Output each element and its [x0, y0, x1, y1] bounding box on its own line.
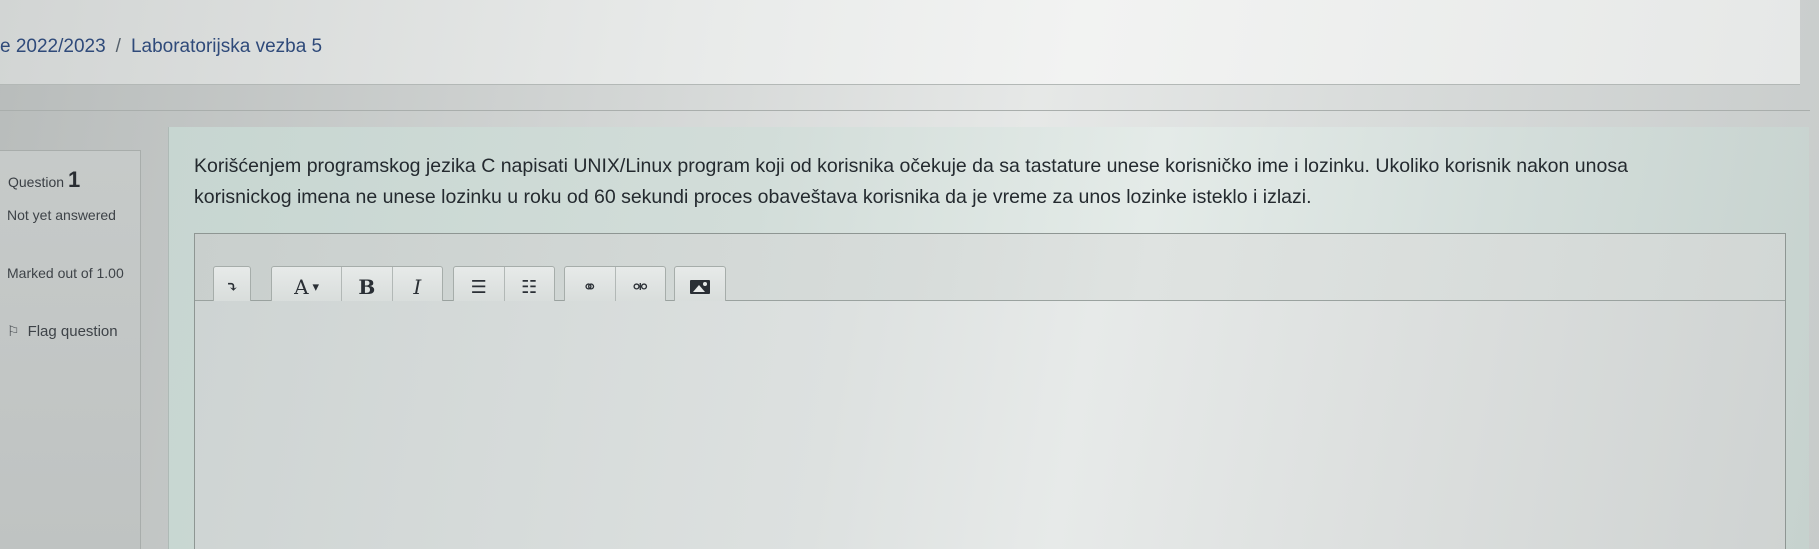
- answer-editor: ⤵ A ▾ B I ☰ ☷ ⚭ ⚮: [194, 233, 1786, 549]
- unordered-list-icon: ☰: [470, 276, 487, 298]
- question-number: Question 1: [8, 167, 80, 193]
- paragraph-style-icon: A: [294, 275, 309, 299]
- flag-question-label: Flag question: [27, 323, 118, 340]
- header-divider: [0, 110, 1810, 111]
- editor-toolbar: ⤵ A ▾ B I ☰ ☷ ⚭ ⚮: [195, 234, 1785, 308]
- bold-icon: B: [358, 275, 376, 299]
- flag-question-link[interactable]: ⚐ Flag question: [7, 323, 118, 340]
- breadcrumb-course-link[interactable]: e 2022/2023: [0, 36, 106, 57]
- flag-icon: ⚐: [7, 323, 20, 339]
- question-content: Korišćenjem programskog jezika C napisat…: [168, 127, 1809, 549]
- chevron-down-icon: ▾: [312, 279, 320, 295]
- question-state: Not yet answered: [7, 207, 116, 223]
- question-number-value: 1: [68, 167, 81, 192]
- ordered-list-icon: ☷: [521, 276, 538, 298]
- image-icon: [690, 280, 710, 294]
- breadcrumb: e 2022/2023 / Laboratorijska vezba 5: [0, 36, 322, 58]
- question-grade: Marked out of 1.00: [7, 265, 124, 281]
- collapse-icon: ⤵: [225, 278, 239, 296]
- question-info-box: Question 1 Not yet answered Marked out of…: [0, 150, 141, 549]
- italic-icon: I: [413, 275, 422, 299]
- answer-text-area[interactable]: [195, 301, 1785, 549]
- link-icon: ⚭: [582, 276, 598, 298]
- question-label: Question: [8, 174, 65, 190]
- breadcrumb-quiz-link[interactable]: Laboratorijska vezba 5: [131, 36, 322, 57]
- page-header: e 2022/2023 / Laboratorijska vezba 5: [0, 0, 1800, 85]
- page: e 2022/2023 / Laboratorijska vezba 5 Quest…: [0, 0, 1819, 549]
- question-text: Korišćenjem programskog jezika C napisat…: [194, 155, 1628, 208]
- breadcrumb-separator: /: [115, 36, 121, 57]
- unlink-icon: ⚮: [632, 276, 648, 298]
